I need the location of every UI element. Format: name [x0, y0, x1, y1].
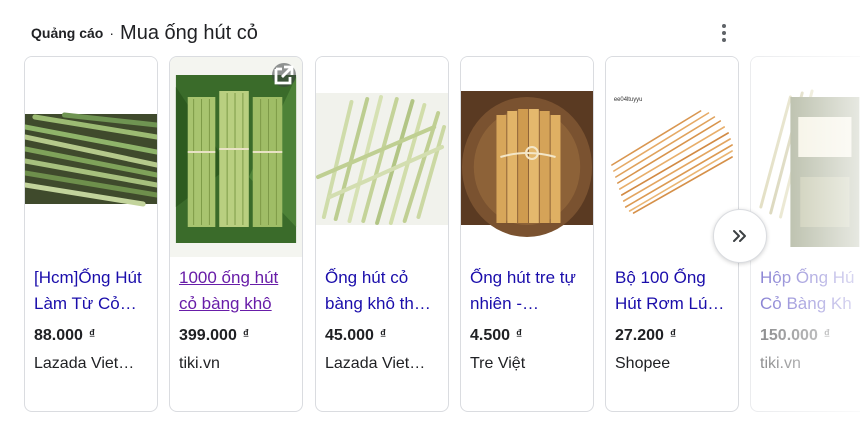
ads-header: Quảng cáo · Mua ống hút cỏ — [31, 18, 258, 48]
product-title-4[interactable]: Ống hút tre tự nhiên -… — [470, 265, 587, 317]
currency-symbol: ₫ — [242, 327, 250, 341]
product-title-6[interactable]: Hộp Ống Hú Cỏ Bàng Kh — [760, 265, 860, 317]
image-caption: ee04ltuyyu — [614, 97, 643, 103]
product-price-5: 27.200 ₫ — [615, 327, 676, 345]
separator: · — [109, 25, 115, 41]
product-price-1: 88.000 ₫ — [34, 327, 95, 345]
store-name-1: Lazada Viet… — [34, 355, 135, 372]
product-image-6 — [751, 57, 860, 257]
product-price-4: 4.500 ₫ — [470, 327, 522, 345]
price-value: 150.000 — [760, 327, 818, 344]
store-name-3: Lazada Viet… — [325, 355, 426, 372]
store-name-4: Tre Việt — [470, 355, 526, 372]
product-title-line: Ống hút tre tự — [470, 268, 576, 287]
product-image-1 — [25, 57, 157, 257]
product-title-2[interactable]: 1000 ống hút cỏ bàng khô — [179, 265, 296, 317]
product-title-line: Hút Rơm Lú… — [615, 294, 725, 313]
product-title-line: Cỏ Bàng Kh — [760, 294, 852, 313]
product-title-line: nhiên -… — [470, 294, 539, 313]
price-value: 399.000 — [179, 327, 237, 344]
product-image-3 — [316, 57, 448, 257]
product-price-6: 150.000 ₫ — [760, 327, 830, 345]
product-card-2[interactable]: 1000 ống hút cỏ bàng khô 399.000 ₫ tiki.v… — [169, 56, 303, 412]
product-title-line: bàng khô th… — [325, 294, 431, 313]
price-value: 4.500 — [470, 327, 511, 344]
price-value: 27.200 — [615, 327, 664, 344]
currency-symbol: ₫ — [516, 327, 523, 341]
product-title-line: Hộp Ống Hú — [760, 268, 855, 287]
price-value: 45.000 — [325, 327, 374, 344]
ad-label: Quảng cáo — [31, 25, 104, 41]
product-image-2 — [170, 57, 302, 257]
product-title-line: 1000 ống hút — [179, 268, 279, 287]
product-image-4 — [461, 57, 593, 257]
product-title-line: cỏ bàng khô — [179, 294, 272, 313]
product-price-2: 399.000 ₫ — [179, 327, 249, 345]
product-title-5[interactable]: Bộ 100 Ống Hút Rơm Lú… — [615, 265, 732, 317]
product-title-1[interactable]: [Hcm]Ống Hút Làm Từ Cỏ… — [34, 265, 151, 317]
product-title-3[interactable]: Ống hút cỏ bàng khô th… — [325, 265, 442, 317]
more-vert-icon[interactable] — [714, 22, 734, 44]
currency-symbol: ₫ — [823, 327, 831, 341]
product-title-line: Ống hút cỏ — [325, 268, 409, 287]
product-title-line: Bộ 100 Ống — [615, 268, 706, 287]
open-in-new-icon[interactable] — [272, 63, 296, 87]
double-chevron-right-icon — [733, 230, 746, 242]
currency-symbol: ₫ — [669, 327, 677, 341]
product-title-line: [Hcm]Ống Hút — [34, 268, 142, 287]
section-title: Mua ống hút cỏ — [120, 21, 258, 44]
carousel-next-button[interactable] — [713, 209, 767, 263]
product-card-3[interactable]: Ống hút cỏ bàng khô th… 45.000 ₫ Lazada V… — [315, 56, 449, 412]
store-name-5: Shopee — [615, 355, 671, 372]
currency-symbol: ₫ — [88, 327, 96, 341]
product-card-4[interactable]: Ống hút tre tự nhiên -… 4.500 ₫ Tre Việt — [460, 56, 594, 412]
store-name-6: tiki.vn — [760, 355, 801, 372]
store-name-2: tiki.vn — [179, 355, 220, 372]
product-title-line: Làm Từ Cỏ… — [34, 294, 137, 313]
currency-symbol: ₫ — [379, 327, 387, 341]
price-value: 88.000 — [34, 327, 83, 344]
product-price-3: 45.000 ₫ — [325, 327, 386, 345]
product-card-1[interactable]: [Hcm]Ống Hút Làm Từ Cỏ… 88.000 ₫ Lazada V… — [24, 56, 158, 412]
